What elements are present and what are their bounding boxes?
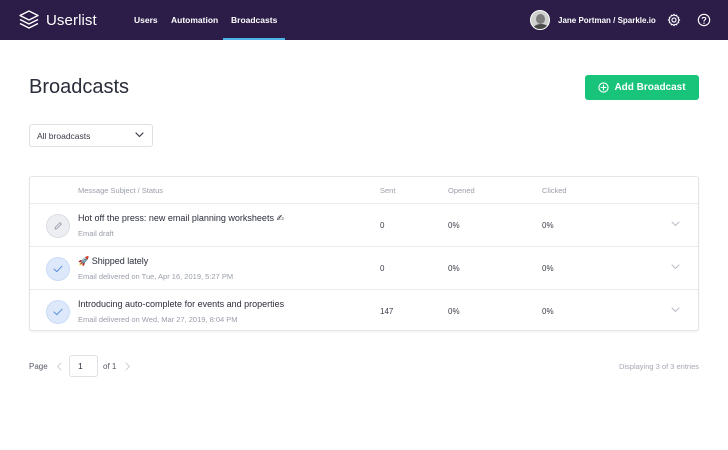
delivered-status-badge: [46, 257, 70, 281]
table-row[interactable]: Hot off the press: new email planning wo…: [30, 204, 698, 247]
check-icon: [53, 265, 63, 273]
column-header-clicked: Clicked: [542, 186, 567, 195]
check-icon: [53, 308, 63, 316]
sent-count: 0: [380, 221, 385, 230]
add-broadcast-button[interactable]: Add Broadcast: [585, 75, 699, 100]
sent-count: 147: [380, 307, 394, 316]
avatar: [530, 10, 550, 30]
entries-count: Displaying 3 of 3 entries: [618, 362, 699, 371]
sent-count: 0: [380, 264, 385, 273]
chevron-left-icon[interactable]: [56, 362, 62, 371]
clicked-rate: 0%: [542, 221, 554, 230]
app-name: Userlist: [46, 11, 97, 29]
top-navigation-bar: Userlist Users Automation Broadcasts Jan…: [0, 0, 728, 40]
page-title: Broadcasts: [29, 76, 130, 98]
clicked-rate: 0%: [542, 264, 554, 273]
opened-rate: 0%: [448, 221, 460, 230]
page-total-label: of 1: [103, 362, 117, 371]
table-row[interactable]: Introducing auto-complete for events and…: [30, 290, 698, 333]
message-status: Email draft: [78, 229, 114, 238]
chevron-down-icon[interactable]: [671, 307, 680, 313]
nav-automation[interactable]: Automation: [171, 0, 218, 40]
delivered-status-badge: [46, 300, 70, 324]
table-row[interactable]: 🚀 Shipped lately Email delivered on Tue,…: [30, 247, 698, 290]
column-header-sent: Sent: [380, 186, 396, 195]
message-subject[interactable]: 🚀 Shipped lately: [78, 256, 148, 267]
column-header-subject: Message Subject / Status: [78, 186, 164, 195]
broadcast-filter-select[interactable]: All broadcasts: [29, 124, 153, 147]
user-menu[interactable]: Jane Portman / Sparkle.io: [530, 10, 656, 30]
message-status: Email delivered on Wed, Mar 27, 2019, 8:…: [78, 315, 238, 324]
page-number-input[interactable]: [69, 355, 98, 377]
help-question-icon[interactable]: [697, 13, 711, 27]
nav-users[interactable]: Users: [134, 0, 158, 40]
pencil-icon: [54, 222, 62, 230]
message-subject[interactable]: Hot off the press: new email planning wo…: [78, 213, 284, 224]
chevron-down-icon[interactable]: [671, 221, 680, 227]
page-label: Page: [29, 362, 48, 371]
chevron-down-icon[interactable]: [671, 264, 680, 270]
settings-gear-icon[interactable]: [667, 13, 681, 27]
opened-rate: 0%: [448, 307, 460, 316]
layers-logo-icon: [19, 10, 39, 29]
clicked-rate: 0%: [542, 307, 554, 316]
draft-status-badge: [46, 214, 70, 238]
chevron-down-icon: [135, 132, 144, 138]
add-broadcast-label: Add Broadcast: [614, 82, 686, 93]
opened-rate: 0%: [448, 264, 460, 273]
broadcasts-table: Message Subject / Status Sent Opened Cli…: [29, 176, 699, 331]
plus-circle-icon: [598, 82, 610, 93]
column-header-opened: Opened: [448, 186, 475, 195]
table-header: Message Subject / Status Sent Opened Cli…: [30, 177, 698, 204]
message-status: Email delivered on Tue, Apr 16, 2019, 5:…: [78, 272, 234, 281]
user-name: Jane Portman / Sparkle.io: [558, 15, 656, 25]
filter-value: All broadcasts: [37, 130, 91, 141]
app-logo[interactable]: Userlist: [18, 10, 97, 30]
chevron-right-icon[interactable]: [125, 362, 131, 371]
message-subject[interactable]: Introducing auto-complete for events and…: [78, 299, 284, 309]
nav-broadcasts[interactable]: Broadcasts: [222, 0, 286, 40]
